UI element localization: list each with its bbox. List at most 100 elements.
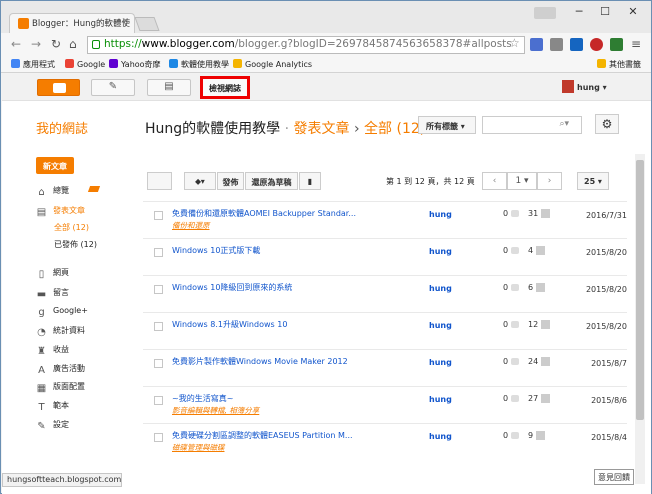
post-author[interactable]: hung	[429, 321, 452, 330]
tab-close-icon[interactable]: ✕	[121, 17, 129, 27]
delete-button[interactable]: ▮	[299, 172, 321, 190]
post-checkbox[interactable]	[154, 322, 163, 331]
sidebar-item[interactable]: ♜ 收益	[36, 344, 69, 357]
sidebar-item[interactable]: A 廣告活動	[36, 363, 85, 376]
prev-page-button[interactable]: ‹	[482, 172, 507, 190]
bookmark-google[interactable]: Google	[65, 59, 105, 69]
maximize-button[interactable]: ☐	[593, 5, 617, 21]
new-tab-button[interactable]	[134, 17, 160, 31]
post-author[interactable]: hung	[429, 284, 452, 293]
sidebar-item[interactable]: ▬ 留言	[36, 287, 69, 300]
sidebar-item[interactable]: ▯ 網頁	[36, 267, 69, 280]
profile-icon[interactable]	[534, 7, 556, 19]
post-checkbox[interactable]	[154, 248, 163, 257]
post-checkbox[interactable]	[154, 211, 163, 220]
blogger-logo-button[interactable]	[37, 79, 80, 96]
extension-icon[interactable]	[550, 38, 563, 51]
post-author[interactable]: hung	[429, 395, 452, 404]
menu-icon[interactable]: ≡	[631, 37, 641, 51]
sidebar-item[interactable]: T 範本	[36, 400, 69, 413]
page-number-select[interactable]: 1 ▾	[507, 172, 537, 190]
sidebar-item[interactable]: ⌂ 總覽	[36, 185, 69, 198]
post-title[interactable]: Windows 10降級回到原來的系統	[172, 282, 292, 293]
extension-icon[interactable]	[530, 38, 543, 51]
flag-icon	[87, 186, 101, 192]
extension-icon[interactable]	[610, 38, 623, 51]
close-button[interactable]: ✕	[621, 5, 645, 21]
my-blogs-link[interactable]: 我的網誌	[36, 118, 88, 137]
next-page-button[interactable]: ›	[537, 172, 562, 190]
new-post-button[interactable]: 新文章	[36, 157, 74, 174]
post-comments: 0	[503, 357, 520, 366]
post-title[interactable]: 免費備份和還原軟體AOMEI Backupper Standar...	[172, 208, 356, 219]
post-checkbox[interactable]	[154, 433, 163, 442]
post-label[interactable]: 影音編輯與轉檔, 相簿分享	[172, 405, 259, 416]
scrollbar[interactable]	[635, 154, 645, 484]
post-views: 4	[528, 246, 546, 255]
minimize-button[interactable]: ─	[567, 5, 591, 21]
avatar	[562, 80, 574, 93]
extension-icon[interactable]	[570, 38, 583, 51]
posts-list-button[interactable]: ▤	[147, 79, 191, 96]
sidebar-item[interactable]: 全部 (12)	[54, 222, 89, 233]
post-title[interactable]: 免費硬碟分割區調整的軟體EASEUS Partition M...	[172, 430, 353, 441]
publish-button[interactable]: 發佈	[217, 172, 244, 190]
sidebar-item[interactable]: ◔ 統計資料	[36, 325, 85, 338]
bookmark-star-icon[interactable]: ☆	[509, 36, 520, 50]
browser-tab[interactable]: Blogger：Hung的軟體使 ✕	[9, 13, 135, 33]
post-title[interactable]: Windows 8.1升級Windows 10	[172, 319, 287, 330]
view-count: 12	[528, 320, 539, 329]
reload-icon[interactable]: ↻	[51, 37, 61, 51]
new-post-pencil-button[interactable]: ✎	[91, 79, 135, 96]
feedback-button[interactable]: 意見回饋	[594, 469, 634, 485]
post-label[interactable]: 備份和還原	[172, 220, 210, 231]
gear-icon[interactable]: ⚙	[595, 114, 619, 134]
sidebar-item[interactable]: g Google+	[36, 306, 88, 318]
user-menu[interactable]: hung ▾	[562, 80, 607, 93]
post-author[interactable]: hung	[429, 432, 452, 441]
bookmark-yahoo[interactable]: Yahoo奇摩	[109, 59, 161, 70]
sidebar-item-label: 全部 (12)	[54, 223, 89, 232]
page-size-select[interactable]: 25 ▾	[577, 172, 609, 190]
home-icon[interactable]: ⌂	[69, 37, 77, 51]
post-title[interactable]: 免費影片製作軟體Windows Movie Maker 2012	[172, 356, 348, 367]
sidebar-item-label: 版面配置	[53, 382, 85, 391]
address-bar[interactable]: https://www.blogger.com/blogger.g?blogID…	[87, 36, 525, 54]
post-search-input[interactable]: ⌕▾	[482, 116, 582, 134]
post-title[interactable]: ~我的生活寫真~	[172, 393, 233, 404]
post-checkbox[interactable]	[154, 396, 163, 405]
bookmark-apps[interactable]: 應用程式	[11, 59, 55, 70]
post-author[interactable]: hung	[429, 210, 452, 219]
label-filter-select[interactable]: 所有標籤 ▾	[418, 116, 476, 134]
other-bookmarks[interactable]: 其他書籤	[597, 59, 641, 70]
sidebar-item-label: 收益	[53, 345, 69, 354]
sidebar-item[interactable]: ▤ 發表文章	[36, 205, 85, 218]
select-all-checkbox[interactable]	[147, 172, 172, 190]
template-icon: T	[38, 402, 45, 413]
post-title[interactable]: Windows 10正式版下載	[172, 245, 260, 256]
forward-icon[interactable]: →	[31, 37, 41, 51]
back-icon[interactable]: ←	[11, 37, 21, 51]
sidebar-item-label: 總覽	[53, 186, 69, 195]
sidebar-item[interactable]: ✎ 設定	[36, 419, 69, 432]
extension-icon[interactable]	[590, 38, 603, 51]
sidebar-item-label: 網頁	[53, 268, 69, 277]
table-row: 免費備份和還原軟體AOMEI Backupper Standar... 備份和還原…	[143, 201, 627, 238]
post-checkbox[interactable]	[154, 359, 163, 368]
label-button[interactable]: ⬥▾	[184, 172, 216, 190]
bookmark-analytics[interactable]: Google Analytics	[233, 59, 312, 69]
post-checkbox[interactable]	[154, 285, 163, 294]
sidebar-item-label: 廣告活動	[53, 364, 85, 373]
post-author[interactable]: hung	[429, 358, 452, 367]
scrollbar-thumb[interactable]	[636, 160, 644, 420]
post-date: 2015/8/20	[585, 322, 627, 331]
breadcrumb-posts[interactable]: 發表文章	[294, 121, 350, 137]
post-label[interactable]: 磁碟管理與磁碟	[172, 442, 225, 453]
sidebar-item[interactable]: ▦ 版面配置	[36, 381, 85, 394]
view-blog-button[interactable]: 檢視網誌	[200, 76, 250, 99]
comment-count: 0	[503, 246, 509, 255]
revert-to-draft-button[interactable]: 還原為草稿	[245, 172, 298, 190]
sidebar-item[interactable]: 已發佈 (12)	[54, 239, 97, 250]
bookmark-software-teach[interactable]: 軟體使用教學	[169, 59, 229, 70]
post-author[interactable]: hung	[429, 247, 452, 256]
